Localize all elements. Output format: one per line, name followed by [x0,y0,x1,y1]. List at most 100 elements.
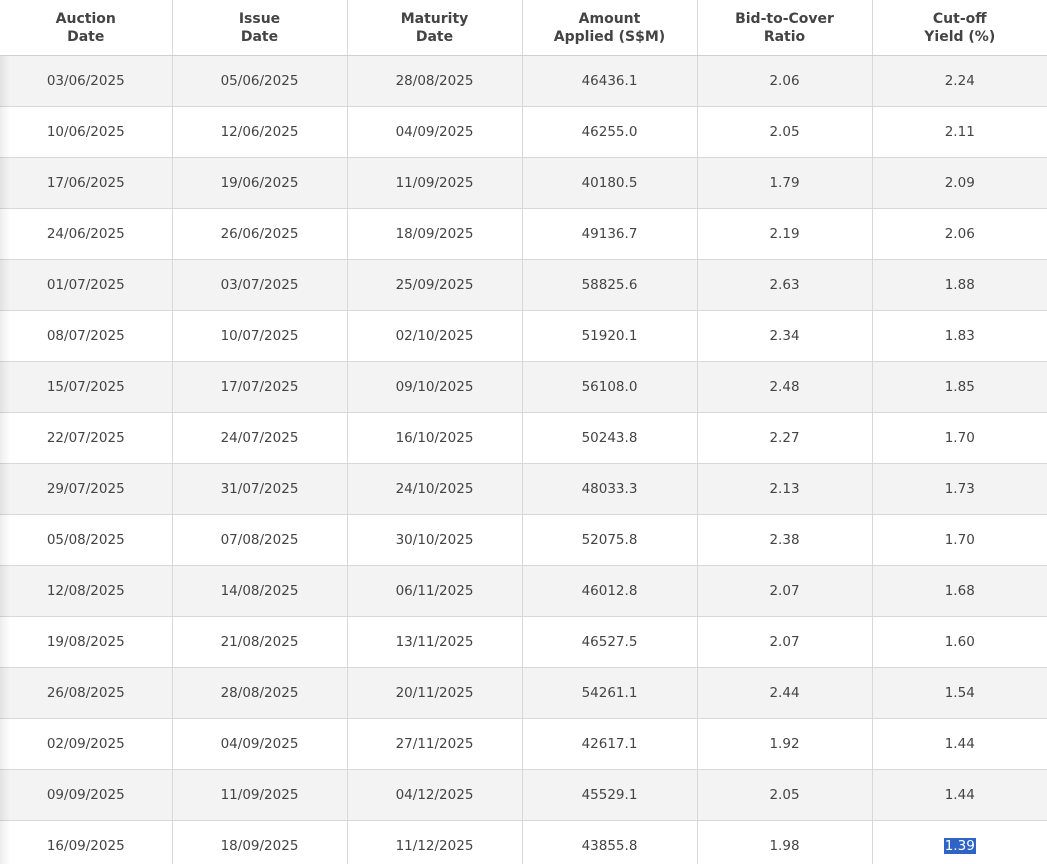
issue-date-cell: 12/06/2025 [172,106,348,158]
bid-to-cover-cell: 2.13 [697,463,873,515]
bid-to-cover-cell: 2.44 [697,667,873,719]
auction-date-cell: 15/07/2025 [0,361,173,413]
amount-applied-cell: 46436.1 [522,55,698,107]
table-row: 19/08/2025 21/08/2025 13/11/2025 46527.5 2.0… [0,616,1047,668]
cutoff-yield-cell: 1.60 [872,616,1047,668]
issue-date-cell: 19/06/2025 [172,157,348,209]
maturity-date-cell: 30/10/2025 [347,514,523,566]
auction-date-cell: 01/07/2025 [0,259,173,311]
maturity-date-cell: 18/09/2025 [347,208,523,260]
bid-to-cover-cell: 2.07 [697,565,873,617]
amount-applied-cell: 58825.6 [522,259,698,311]
issue-date-cell: 26/06/2025 [172,208,348,260]
table-row: 24/06/2025 26/06/2025 18/09/2025 49136.7 2.1… [0,208,1047,260]
auction-date-cell: 02/09/2025 [0,718,173,770]
selected-text[interactable]: 1.39 [943,838,976,854]
maturity-date-cell: 28/08/2025 [347,55,523,107]
cutoff-yield-cell: 1.44 [872,718,1047,770]
bid-to-cover-cell: 1.79 [697,157,873,209]
issue-date-cell: 03/07/2025 [172,259,348,311]
maturity-date-cell: 04/09/2025 [347,106,523,158]
bid-to-cover-cell: 1.98 [697,820,873,864]
bid-to-cover-cell: 2.05 [697,106,873,158]
header-auction-date[interactable]: Auction Date [0,0,173,56]
table-row: 12/08/2025 14/08/2025 06/11/2025 46012.8 2.0… [0,565,1047,617]
table-row: 02/09/2025 04/09/2025 27/11/2025 42617.1 1.9… [0,718,1047,770]
bid-to-cover-cell: 2.38 [697,514,873,566]
table-row: 26/08/2025 28/08/2025 20/11/2025 54261.1 2.4… [0,667,1047,719]
header-maturity-date[interactable]: Maturity Date [347,0,523,56]
bid-to-cover-cell: 1.92 [697,718,873,770]
auction-date-cell: 26/08/2025 [0,667,173,719]
table-row: 03/06/2025 05/06/2025 28/08/2025 46436.1 2.0… [0,55,1047,107]
amount-applied-cell: 50243.8 [522,412,698,464]
auction-date-cell: 03/06/2025 [0,55,173,107]
auction-date-cell: 09/09/2025 [0,769,173,821]
amount-applied-cell: 54261.1 [522,667,698,719]
header-issue-date[interactable]: Issue Date [172,0,348,56]
amount-applied-cell: 45529.1 [522,769,698,821]
cutoff-yield-cell: 1.85 [872,361,1047,413]
bid-to-cover-cell: 2.48 [697,361,873,413]
header-cutoff-yield[interactable]: Cut-off Yield (%) [872,0,1047,56]
auction-date-cell: 19/08/2025 [0,616,173,668]
table-row: 17/06/2025 19/06/2025 11/09/2025 40180.5 1.7… [0,157,1047,209]
amount-applied-cell: 56108.0 [522,361,698,413]
maturity-date-cell: 09/10/2025 [347,361,523,413]
issue-date-cell: 11/09/2025 [172,769,348,821]
table-row: 08/07/2025 10/07/2025 02/10/2025 51920.1 2.3… [0,310,1047,362]
cutoff-yield-cell: 2.06 [872,208,1047,260]
amount-applied-cell: 40180.5 [522,157,698,209]
table-row: 15/07/2025 17/07/2025 09/10/2025 56108.0 2.4… [0,361,1047,413]
table-body: 03/06/2025 05/06/2025 28/08/2025 46436.1 2.0… [0,55,1047,864]
bid-to-cover-cell: 2.63 [697,259,873,311]
amount-applied-cell: 48033.3 [522,463,698,515]
cutoff-yield-cell: 2.24 [872,55,1047,107]
amount-applied-cell: 51920.1 [522,310,698,362]
maturity-date-cell: 11/12/2025 [347,820,523,864]
table-row: 10/06/2025 12/06/2025 04/09/2025 46255.0 2.0… [0,106,1047,158]
auction-date-cell: 08/07/2025 [0,310,173,362]
bid-to-cover-cell: 2.19 [697,208,873,260]
amount-applied-cell: 43855.8 [522,820,698,864]
auction-results-table-container: Auction Date Issue Date Maturity Date Am… [0,0,1047,864]
maturity-date-cell: 25/09/2025 [347,259,523,311]
issue-date-cell: 18/09/2025 [172,820,348,864]
amount-applied-cell: 46255.0 [522,106,698,158]
auction-date-cell: 29/07/2025 [0,463,173,515]
amount-applied-cell: 46527.5 [522,616,698,668]
bid-to-cover-cell: 2.34 [697,310,873,362]
auction-date-cell: 16/09/2025 [0,820,173,864]
maturity-date-cell: 16/10/2025 [347,412,523,464]
maturity-date-cell: 20/11/2025 [347,667,523,719]
auction-date-cell: 12/08/2025 [0,565,173,617]
maturity-date-cell: 04/12/2025 [347,769,523,821]
bid-to-cover-cell: 2.06 [697,55,873,107]
issue-date-cell: 10/07/2025 [172,310,348,362]
issue-date-cell: 21/08/2025 [172,616,348,668]
table-row: 16/09/2025 18/09/2025 11/12/2025 43855.8 1.9… [0,820,1047,864]
auction-date-cell: 24/06/2025 [0,208,173,260]
bid-to-cover-cell: 2.07 [697,616,873,668]
cutoff-yield-cell: 1.83 [872,310,1047,362]
amount-applied-cell: 46012.8 [522,565,698,617]
auction-date-cell: 05/08/2025 [0,514,173,566]
table-row: 29/07/2025 31/07/2025 24/10/2025 48033.3 2.1… [0,463,1047,515]
issue-date-cell: 14/08/2025 [172,565,348,617]
auction-date-cell: 17/06/2025 [0,157,173,209]
issue-date-cell: 04/09/2025 [172,718,348,770]
amount-applied-cell: 52075.8 [522,514,698,566]
table-row: 05/08/2025 07/08/2025 30/10/2025 52075.8 2.3… [0,514,1047,566]
cutoff-yield-cell: 2.09 [872,157,1047,209]
cutoff-yield-cell: 1.39 [872,820,1047,864]
amount-applied-cell: 42617.1 [522,718,698,770]
cutoff-yield-cell: 1.88 [872,259,1047,311]
cutoff-yield-cell: 1.44 [872,769,1047,821]
table-row: 09/09/2025 11/09/2025 04/12/2025 45529.1 2.0… [0,769,1047,821]
cutoff-yield-cell: 1.70 [872,412,1047,464]
maturity-date-cell: 27/11/2025 [347,718,523,770]
issue-date-cell: 07/08/2025 [172,514,348,566]
header-bid-to-cover[interactable]: Bid-to-Cover Ratio [697,0,873,56]
header-amount-applied[interactable]: Amount Applied (S$M) [522,0,698,56]
maturity-date-cell: 11/09/2025 [347,157,523,209]
